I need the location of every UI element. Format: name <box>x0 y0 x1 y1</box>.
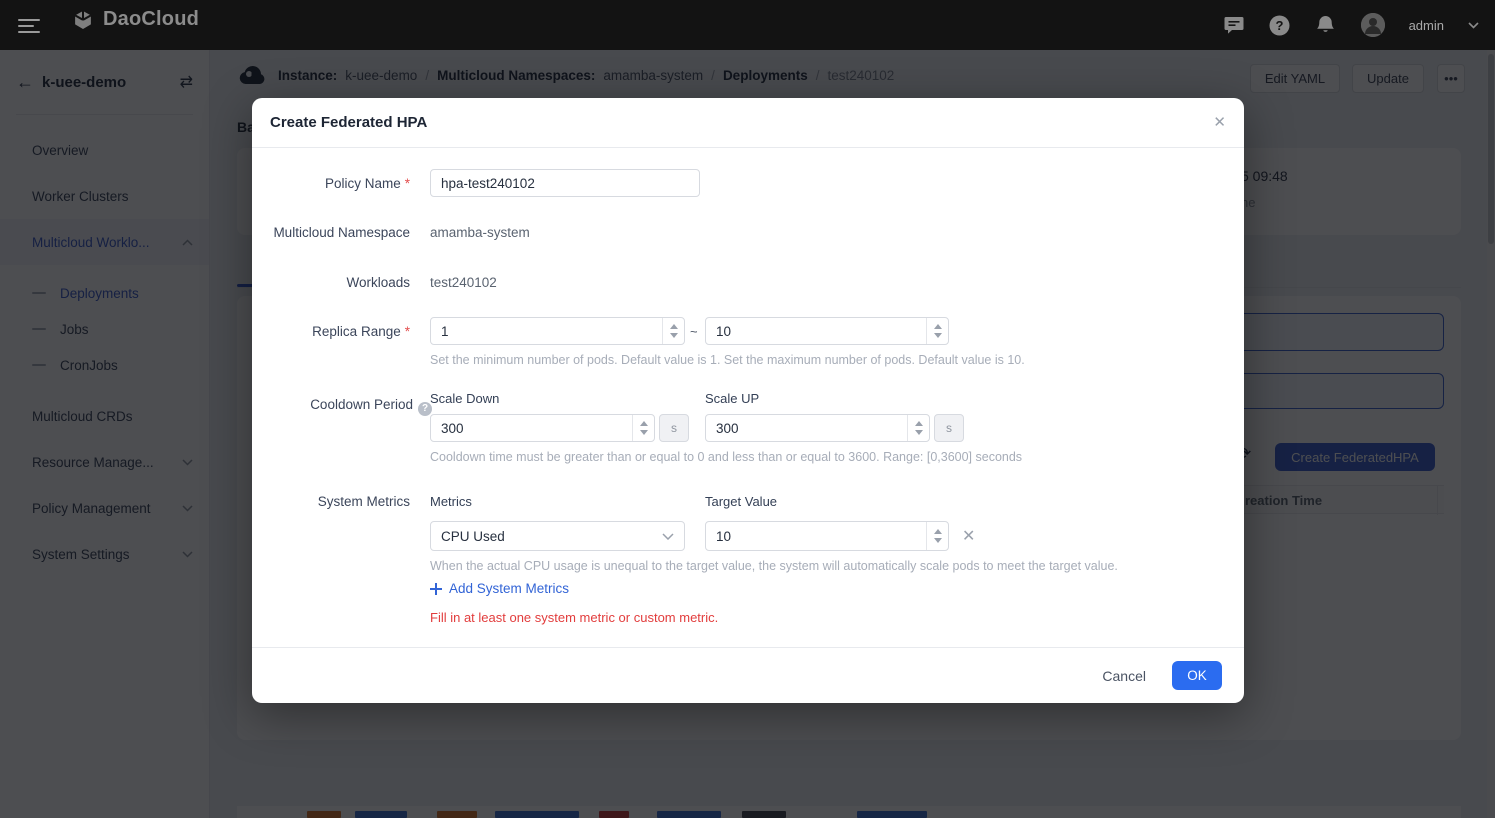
chevron-down-icon <box>662 533 674 540</box>
range-separator: ~ <box>690 324 698 339</box>
seconds-unit-addon: s <box>934 414 964 442</box>
cooldown-help-text: Cooldown time must be greater than or eq… <box>430 450 1022 464</box>
modal-title: Create Federated HPA <box>270 114 427 131</box>
username-label: admin <box>1409 18 1444 33</box>
step-up-icon[interactable] <box>670 324 678 329</box>
required-asterisk: * <box>405 324 410 339</box>
close-icon[interactable]: ✕ <box>1213 113 1226 131</box>
target-value-stepper[interactable]: 10 <box>705 521 949 551</box>
brand-logo[interactable]: DaoCloud <box>72 8 199 31</box>
notifications-bell-icon[interactable] <box>1315 14 1337 36</box>
system-metrics-label: System Metrics <box>270 494 410 509</box>
svg-text:?: ? <box>1276 18 1284 33</box>
brand-name: DaoCloud <box>103 8 199 31</box>
help-icon[interactable]: ? <box>1269 14 1291 36</box>
messages-icon[interactable] <box>1223 14 1245 36</box>
replica-max-stepper[interactable]: 10 <box>705 317 949 345</box>
daocloud-cube-icon <box>72 9 94 31</box>
namespace-value: amamba-system <box>430 225 530 240</box>
app-root: DaoCloud ? admin ← k-uee-demo ⇄ <box>0 0 1495 818</box>
seconds-unit-addon: s <box>659 414 689 442</box>
metric-select[interactable]: CPU Used <box>430 521 685 551</box>
metric-select-value: CPU Used <box>441 529 505 544</box>
remove-metric-icon[interactable]: ✕ <box>962 526 975 546</box>
stepper-arrows[interactable] <box>632 415 654 441</box>
metrics-error-text: Fill in at least one system metric or cu… <box>430 610 718 625</box>
workloads-label: Workloads <box>270 275 410 290</box>
cancel-button[interactable]: Cancel <box>1102 668 1146 684</box>
replica-min-value[interactable]: 1 <box>431 318 662 344</box>
target-value-column-label: Target Value <box>705 494 777 509</box>
replica-help-text: Set the minimum number of pods. Default … <box>430 353 1025 367</box>
user-menu-chevron-down-icon[interactable] <box>1468 16 1479 34</box>
step-down-icon[interactable] <box>640 430 648 435</box>
hamburger-menu-icon[interactable] <box>18 15 40 33</box>
replica-max-value[interactable]: 10 <box>706 318 926 344</box>
replica-range-label: Replica Range* <box>270 324 410 339</box>
policy-name-label: Policy Name* <box>270 176 410 191</box>
ok-button[interactable]: OK <box>1172 661 1222 690</box>
step-down-icon[interactable] <box>915 430 923 435</box>
stepper-arrows[interactable] <box>662 318 684 344</box>
add-system-metrics-link[interactable]: Add System Metrics <box>430 581 569 596</box>
step-up-icon[interactable] <box>915 421 923 426</box>
step-down-icon[interactable] <box>934 333 942 338</box>
metrics-help-text: When the actual CPU usage is unequal to … <box>430 559 1118 573</box>
cooldown-period-label: Cooldown Period? <box>270 397 432 416</box>
scale-up-label: Scale UP <box>705 391 759 406</box>
step-down-icon[interactable] <box>934 538 942 543</box>
scale-down-stepper[interactable]: 300 <box>430 414 655 442</box>
replica-min-stepper[interactable]: 1 <box>430 317 685 345</box>
plus-icon <box>430 583 442 595</box>
top-navbar: DaoCloud ? admin <box>0 0 1495 50</box>
namespace-label: Multicloud Namespace <box>270 225 410 240</box>
create-federated-hpa-modal: Create Federated HPA ✕ Policy Name* Mult… <box>252 98 1244 703</box>
step-up-icon[interactable] <box>934 529 942 534</box>
add-system-metrics-label: Add System Metrics <box>449 581 569 596</box>
target-value[interactable]: 10 <box>706 522 926 550</box>
required-asterisk: * <box>405 176 410 191</box>
workloads-value: test240102 <box>430 275 497 290</box>
user-avatar[interactable] <box>1361 13 1385 37</box>
step-up-icon[interactable] <box>934 324 942 329</box>
scale-up-value[interactable]: 300 <box>706 415 907 441</box>
stepper-arrows[interactable] <box>907 415 929 441</box>
scale-up-stepper[interactable]: 300 <box>705 414 930 442</box>
scale-down-value[interactable]: 300 <box>431 415 632 441</box>
stepper-arrows[interactable] <box>926 522 948 550</box>
policy-name-input[interactable] <box>430 169 700 197</box>
metrics-column-label: Metrics <box>430 494 472 509</box>
scale-down-label: Scale Down <box>430 391 499 406</box>
step-down-icon[interactable] <box>670 333 678 338</box>
step-up-icon[interactable] <box>640 421 648 426</box>
stepper-arrows[interactable] <box>926 318 948 344</box>
